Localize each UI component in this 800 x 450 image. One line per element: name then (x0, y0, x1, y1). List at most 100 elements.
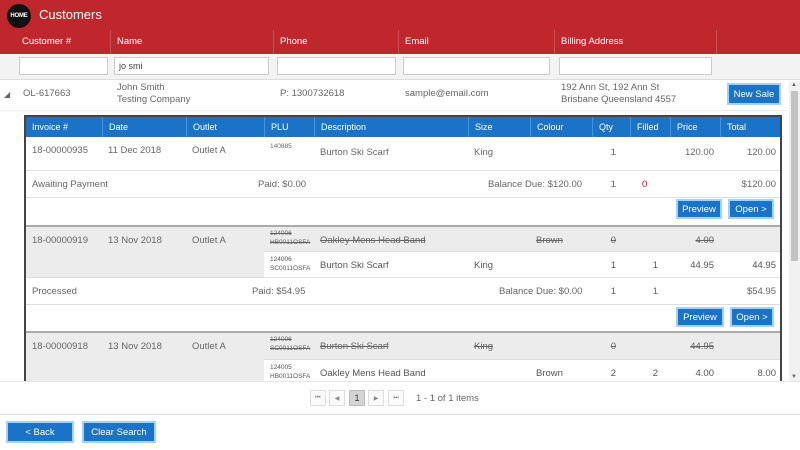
line-total: 8.00 (757, 368, 777, 379)
home-logo-button[interactable]: HOME (7, 4, 31, 28)
invoice-paid: Paid: $0.00 (258, 179, 307, 190)
summary-qty: 1 (610, 286, 616, 297)
pagination-bar: ⏮ ◀ 1 ▶ ⏭ 1 - 1 of 1 items (0, 381, 800, 413)
name-filter[interactable] (114, 57, 269, 75)
invoice-line-row-struck: 124006 SC0011OSFA Burton Ski Scarf King … (26, 333, 780, 359)
first-page-icon[interactable]: ⏮ (310, 390, 326, 406)
line-plu: 124006 (270, 336, 292, 343)
line-colour: Brown (536, 368, 563, 379)
preview-button[interactable]: Preview (676, 307, 724, 327)
line-qty: 1 (610, 260, 616, 271)
col-outlet[interactable]: Outlet (186, 117, 264, 137)
back-button[interactable]: < Back (6, 421, 74, 443)
col-email[interactable]: Email (398, 30, 554, 54)
invoice-outlet: Outlet A (192, 145, 226, 156)
summary-filled: 0 (642, 179, 648, 190)
invoice-status: Awaiting Payment (32, 179, 108, 190)
open-invoice-button[interactable]: Open > (728, 199, 774, 219)
col-plu[interactable]: PLU (264, 117, 314, 137)
phone-filter[interactable] (277, 57, 396, 75)
customer-number-filter[interactable] (19, 57, 108, 75)
prev-page-icon[interactable]: ◀ (329, 390, 345, 406)
vertical-scrollbar[interactable]: ▲ ▼ (789, 81, 800, 381)
pagination-info: 1 - 1 of 1 items (416, 393, 479, 404)
results-area[interactable]: ◢ OL-617663 John Smith Testing Company P… (0, 81, 788, 381)
invoice-block: 18-00000918 13 Nov 2018 Outlet A 124006 … (26, 333, 780, 381)
new-sale-button[interactable]: New Sale (727, 83, 781, 105)
col-qty[interactable]: Qty (592, 117, 630, 137)
row-divider (26, 304, 780, 305)
email-filter[interactable] (403, 57, 550, 75)
line-plu-code: SC0011OSFA (270, 265, 311, 272)
invoice-paid: Paid: $54.95 (252, 286, 306, 297)
line-qty: 2 (610, 368, 616, 379)
customer-company: Testing Company (117, 94, 191, 105)
scroll-down-icon[interactable]: ▼ (791, 374, 797, 380)
line-qty: 1 (610, 147, 616, 158)
line-description: Burton Ski Scarf (320, 147, 389, 158)
line-plu: 124006 (270, 256, 292, 263)
line-description: Oakley Mens Head Band (320, 368, 426, 379)
invoice-date: 11 Dec 2018 (108, 145, 162, 156)
scrollbar-thumb[interactable] (791, 91, 798, 261)
line-price: 44.95 (690, 341, 714, 352)
line-price: 4.00 (695, 368, 715, 379)
col-size[interactable]: Size (468, 117, 530, 137)
col-actions (716, 30, 800, 54)
filter-row (0, 54, 800, 80)
summary-total: $54.95 (746, 286, 776, 297)
line-qty: 0 (610, 341, 616, 352)
col-name[interactable]: Name (110, 30, 273, 54)
invoice-detail-table: Invoice # Date Outlet PLU Description Si… (24, 115, 782, 381)
line-filled: 1 (652, 260, 658, 271)
preview-button[interactable]: Preview (676, 199, 722, 219)
current-page[interactable]: 1 (349, 390, 365, 406)
customer-table-header: Customer # Name Phone Email Billing Addr… (0, 30, 800, 54)
invoice-line-row-struck: 124006 HB0011OSFA Oakley Mens Head Band … (26, 227, 780, 251)
customer-email: sample@email.com (405, 88, 489, 99)
line-description: Burton Ski Scarf (320, 260, 389, 271)
scroll-up-icon[interactable]: ▲ (791, 82, 797, 88)
open-invoice-button[interactable]: Open > (730, 307, 774, 327)
col-price[interactable]: Price (670, 117, 720, 137)
customer-row[interactable]: ◢ OL-617663 John Smith Testing Company P… (0, 81, 788, 111)
line-qty: 0 (610, 235, 616, 246)
col-invoice-number[interactable]: Invoice # (26, 117, 102, 137)
billing-address-line2: Brisbane Queensland 4557 (561, 94, 677, 105)
billing-address-filter[interactable] (559, 57, 712, 75)
collapse-toggle-icon[interactable]: ◢ (4, 90, 10, 99)
clear-search-button[interactable]: Clear Search (82, 421, 156, 443)
last-page-icon[interactable]: ⏭ (388, 390, 404, 406)
line-colour: Brown (536, 235, 563, 246)
line-size: King (474, 341, 494, 352)
summary-qty: 1 (610, 179, 616, 190)
invoice-balance-due: Balance Due: $120.00 (488, 179, 583, 190)
col-description[interactable]: Description (314, 117, 468, 137)
line-plu: 124006 (270, 230, 292, 237)
col-filled[interactable]: Filled (630, 117, 670, 137)
line-total: 44.95 (752, 260, 776, 271)
row-divider (26, 197, 780, 198)
col-customer-number[interactable]: Customer # (16, 30, 110, 54)
col-phone[interactable]: Phone (273, 30, 398, 54)
line-size: King (474, 147, 494, 158)
col-date[interactable]: Date (102, 117, 186, 137)
customer-number: OL-617663 (23, 88, 71, 99)
line-plu-code: HB0011OSFA (270, 239, 311, 246)
page-title: Customers (39, 7, 102, 22)
next-page-icon[interactable]: ▶ (368, 390, 384, 406)
col-total[interactable]: Total (720, 117, 780, 137)
line-size: King (474, 260, 494, 271)
col-billing-address[interactable]: Billing Address (554, 30, 716, 54)
line-price: 44.95 (690, 260, 714, 271)
summary-total: $120.00 (741, 179, 776, 190)
invoice-summary-row: Processed Paid: $54.95 Balance Due: $0.0… (26, 278, 780, 304)
invoice-line-row: 18-00000935 11 Dec 2018 Outlet A 140885 … (26, 137, 780, 170)
title-bar: HOME Customers (0, 0, 800, 30)
invoice-summary-row: Awaiting Payment Paid: $0.00 Balance Due… (26, 171, 780, 197)
line-description: Burton Ski Scarf (320, 341, 389, 352)
summary-filled: 1 (652, 286, 658, 297)
billing-address-line1: 192 Ann St, 192 Ann St (561, 82, 660, 93)
col-colour[interactable]: Colour (530, 117, 592, 137)
line-price: 120.00 (684, 147, 714, 158)
